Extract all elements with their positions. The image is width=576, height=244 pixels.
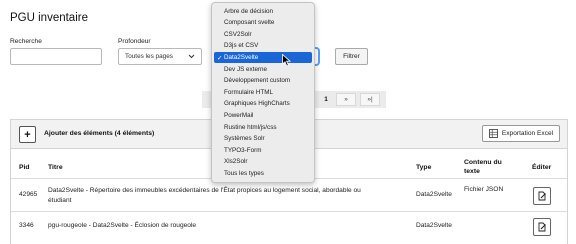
type-option[interactable]: CSV2Solr: [212, 29, 314, 40]
row-1-edit-button[interactable]: [533, 187, 551, 205]
page-current: 1: [324, 96, 328, 103]
col-header-type: Type: [416, 164, 432, 171]
row-1-title[interactable]: Data2Svelte - Répertoire des immeubles e…: [48, 186, 408, 205]
type-option[interactable]: PowerMail: [212, 110, 314, 121]
type-option[interactable]: Tous les types: [212, 168, 314, 179]
type-option[interactable]: TYPO3-Form: [212, 145, 314, 156]
row-1-title-line1: Data2Svelte - Répertoire des immeubles e…: [48, 187, 361, 194]
depth-select[interactable]: Toutes les pages: [118, 48, 202, 65]
type-option[interactable]: Xls2Solr: [212, 156, 314, 167]
excel-export-label: Exportation Excel: [501, 130, 554, 137]
type-option[interactable]: Formulaire HTML: [212, 87, 314, 98]
add-items-button[interactable]: +: [19, 126, 36, 143]
mouse-pointer-icon: [282, 54, 291, 67]
type-option[interactable]: Arbre de décision: [212, 6, 314, 17]
chevron-down-icon: [188, 54, 195, 59]
add-items-label: Ajouter des éléments (4 éléments): [44, 130, 155, 137]
row-2-title[interactable]: pgu-rougeole - Data2Svelte - Éclosion de…: [48, 222, 196, 229]
depth-select-value: Toutes les pages: [125, 53, 173, 60]
col-header-edit: Éditer: [532, 164, 552, 171]
row-2-type: Data2Svelte: [416, 222, 452, 229]
row-2-edit-button[interactable]: [533, 218, 551, 236]
col-header-content-line1: Contenu du: [464, 159, 502, 166]
edit-icon: [538, 191, 546, 201]
search-input[interactable]: [10, 48, 102, 65]
type-option[interactable]: Développement custom: [212, 75, 314, 86]
depth-label: Profondeur: [118, 38, 151, 45]
row-1-pid: 42965: [19, 191, 38, 198]
checkmark-icon: ✓: [217, 54, 223, 62]
page-last-button[interactable]: »|: [360, 93, 380, 106]
type-option[interactable]: Graphiques HighCharts: [212, 98, 314, 109]
type-dropdown-menu[interactable]: Arbre de décision Composant svelte CSV2S…: [211, 2, 315, 183]
row-separator: [11, 211, 567, 212]
type-option[interactable]: D3js et CSV: [212, 40, 314, 51]
col-header-content: Contenu du texte: [464, 158, 502, 176]
type-option[interactable]: Dev JS externe: [212, 64, 314, 75]
filter-button[interactable]: Filtrer: [335, 48, 368, 65]
type-option[interactable]: Rustine html/js/css: [212, 122, 314, 133]
edit-icon: [538, 222, 546, 232]
type-option-selected-label: Data2Svelte: [224, 54, 259, 61]
col-header-pid: Pid: [19, 164, 30, 171]
type-option[interactable]: Composant svelte: [212, 17, 314, 28]
search-label: Recherche: [10, 38, 42, 45]
spreadsheet-icon: [488, 129, 498, 138]
row-1-type: Data2Svelte: [416, 191, 452, 198]
type-option-selected[interactable]: ✓ Data2Svelte: [214, 52, 312, 63]
row-1-content: Fichier JSON: [464, 186, 504, 193]
col-header-title: Titre: [48, 164, 63, 171]
type-option[interactable]: Systèmes Solr: [212, 133, 314, 144]
page-title: PGU inventaire: [10, 12, 88, 24]
page-next-button[interactable]: »: [336, 93, 356, 106]
row-2-pid: 3346: [19, 222, 34, 229]
row-1-title-line2: étudiant: [48, 196, 72, 204]
excel-export-button[interactable]: Exportation Excel: [482, 125, 560, 142]
col-header-content-line2: texte: [464, 168, 480, 175]
